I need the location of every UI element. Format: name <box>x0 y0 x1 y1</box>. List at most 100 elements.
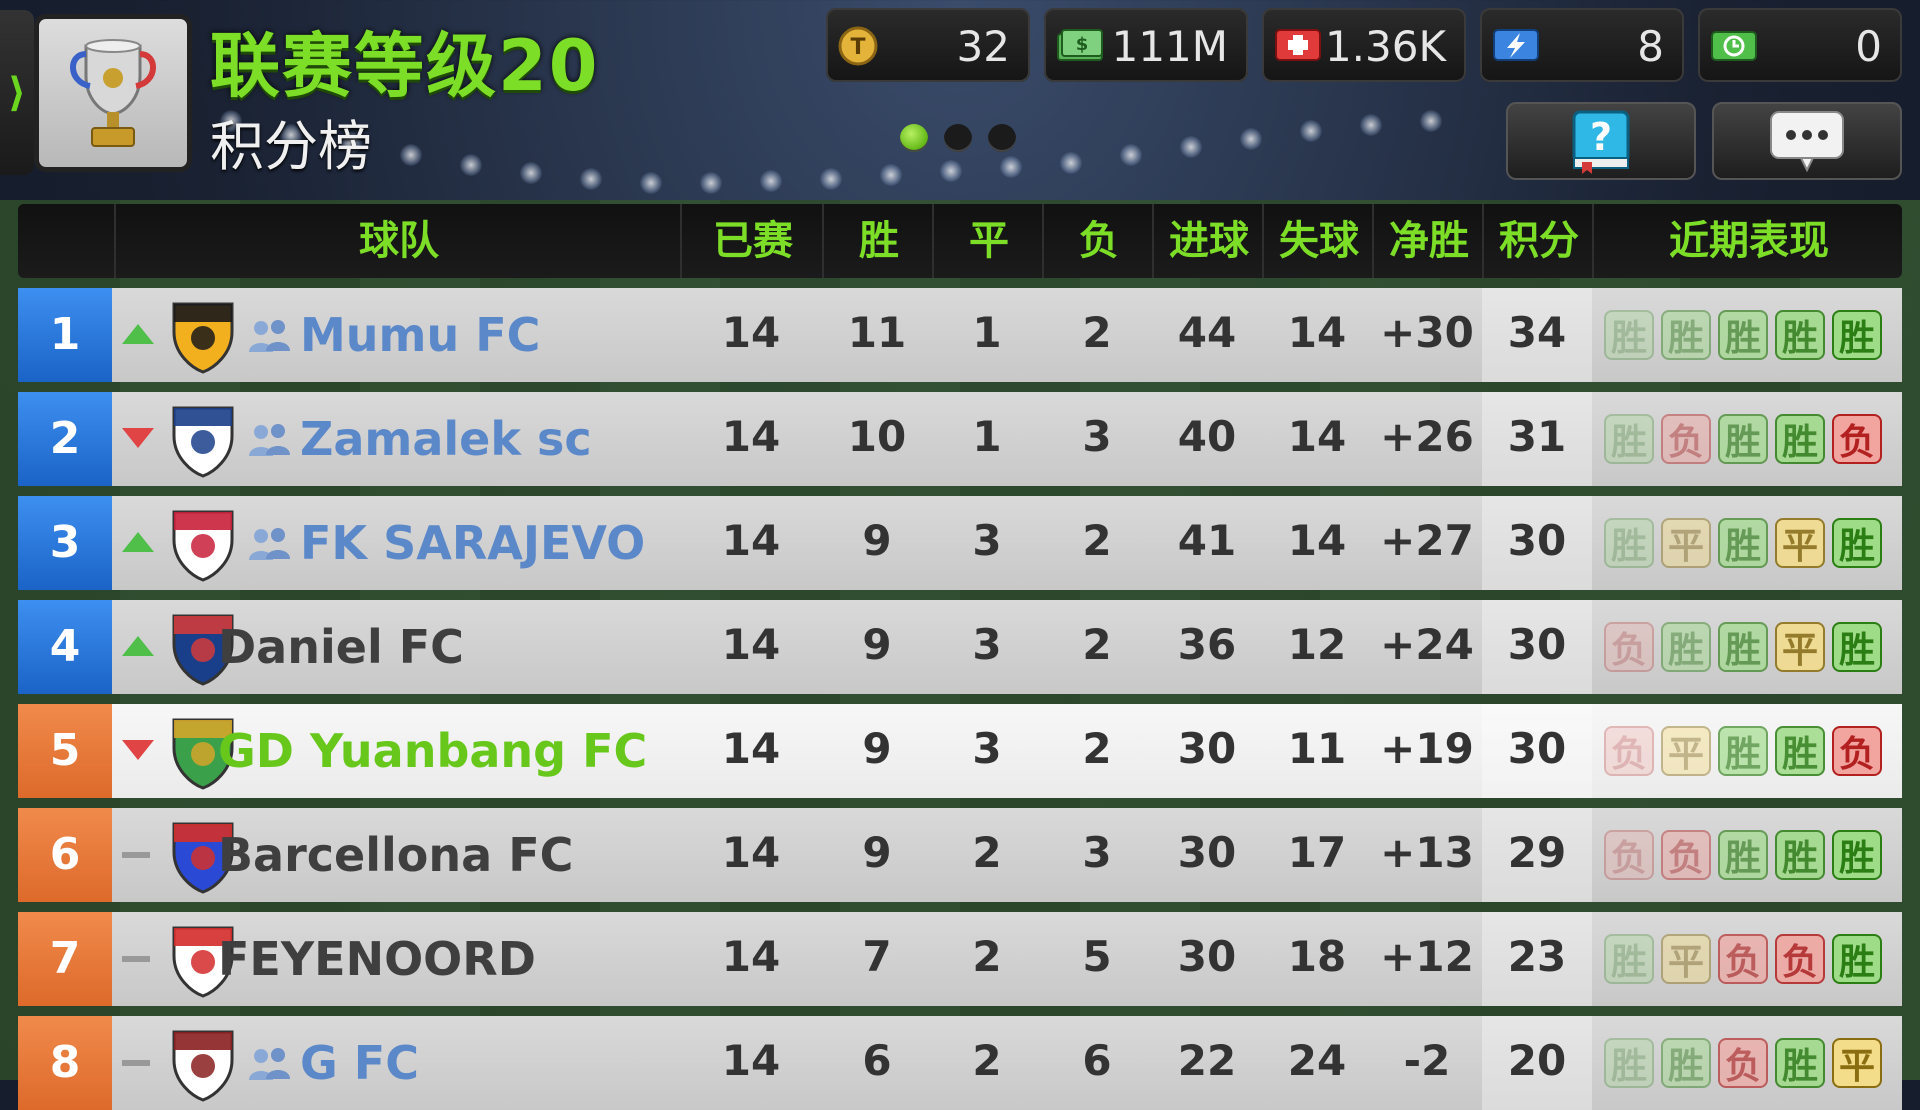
col-drawn[interactable]: 平 <box>932 204 1044 278</box>
trend-down-icon <box>122 740 154 760</box>
col-goal-diff[interactable]: 净胜 <box>1372 204 1484 278</box>
form-result-badge: 胜 <box>1604 934 1654 984</box>
stat-pts: 20 <box>1507 1036 1567 1085</box>
league-trophy[interactable] <box>34 14 192 172</box>
medical-value: 1.36K <box>1324 22 1446 71</box>
energy-counter[interactable]: 8 <box>1480 8 1684 82</box>
cash-counter[interactable]: $ 111M <box>1044 8 1248 82</box>
form-result-badge: 平 <box>1661 934 1711 984</box>
stat-won: 11 <box>847 308 907 357</box>
trend-up-icon <box>122 532 154 552</box>
table-row[interactable]: 8G FC 14 6 2 6 22 24 -2 20 胜胜负胜平 <box>18 1016 1902 1110</box>
form-result-badge: 胜 <box>1832 830 1882 880</box>
recent-form: 胜胜胜胜胜 <box>1604 310 1882 360</box>
stat-gd: +19 <box>1380 724 1474 773</box>
recent-form: 胜胜负胜平 <box>1604 1038 1882 1088</box>
timer-counter[interactable]: 0 <box>1698 8 1902 82</box>
league-level-title: 联赛等级20 <box>210 25 600 107</box>
stat-pts: 30 <box>1507 516 1567 565</box>
stat-gd: +27 <box>1380 516 1474 565</box>
col-points[interactable]: 积分 <box>1482 204 1594 278</box>
team-crest-icon <box>172 1030 234 1102</box>
stat-won: 9 <box>862 516 892 565</box>
side-menu-toggle[interactable]: ⟩ <box>0 10 34 175</box>
form-result-badge: 胜 <box>1832 934 1882 984</box>
form-result-badge: 负 <box>1718 1038 1768 1088</box>
form-result-badge: 平 <box>1832 1038 1882 1088</box>
stat-drawn: 3 <box>972 516 1002 565</box>
energy-value: 8 <box>1637 22 1664 71</box>
medical-counter[interactable]: 1.36K <box>1262 8 1466 82</box>
table-row[interactable]: 4 Daniel FC 14 9 3 2 36 12 +24 30 负胜胜平胜 <box>18 600 1902 694</box>
trend-up-icon <box>122 636 154 656</box>
form-result-badge: 平 <box>1661 518 1711 568</box>
form-result-badge: 负 <box>1661 414 1711 464</box>
stat-gd: +13 <box>1380 828 1474 877</box>
chevron-right-icon: ⟩ <box>7 69 27 116</box>
form-result-badge: 平 <box>1661 726 1711 776</box>
chat-button[interactable] <box>1712 102 1902 180</box>
stat-gf: 30 <box>1177 828 1237 877</box>
form-result-badge: 胜 <box>1832 622 1882 672</box>
col-won[interactable]: 胜 <box>822 204 934 278</box>
coins-counter[interactable]: T 32 <box>826 8 1030 82</box>
col-team[interactable]: 球队 <box>114 204 682 278</box>
team-name[interactable]: Zamalek sc <box>300 412 592 466</box>
stat-lost: 6 <box>1082 1036 1112 1085</box>
stat-gf: 30 <box>1177 724 1237 773</box>
recent-form: 负负胜胜胜 <box>1604 830 1882 880</box>
trend-down-icon <box>122 428 154 448</box>
stat-ga: 12 <box>1287 620 1347 669</box>
stat-played: 14 <box>721 1036 781 1085</box>
stat-won: 9 <box>862 620 892 669</box>
table-row[interactable]: 3 FK SARAJEVO 14 9 3 2 41 14 +27 30 胜平胜平胜 <box>18 496 1902 590</box>
help-book-icon: ? <box>1572 110 1630 174</box>
team-name[interactable]: Daniel FC <box>218 620 464 674</box>
stat-played: 14 <box>721 828 781 877</box>
team-name[interactable]: FEYENOORD <box>218 932 536 986</box>
form-result-badge: 负 <box>1604 622 1654 672</box>
team-name[interactable]: G FC <box>300 1036 419 1090</box>
stat-won: 10 <box>847 412 907 461</box>
page-dot-1[interactable] <box>900 124 928 152</box>
team-name[interactable]: Mumu FC <box>300 308 540 362</box>
stat-drawn: 3 <box>972 620 1002 669</box>
help-button[interactable]: ? <box>1506 102 1696 180</box>
team-name[interactable]: Barcellona FC <box>218 828 573 882</box>
page-dot-3[interactable] <box>988 124 1016 152</box>
trend-same-icon <box>122 956 150 962</box>
rank-badge: 4 <box>18 600 112 694</box>
col-played[interactable]: 已赛 <box>680 204 824 278</box>
chat-bubble-icon <box>1770 111 1844 173</box>
stat-ga: 14 <box>1287 412 1347 461</box>
table-row[interactable]: 7 FEYENOORD 14 7 2 5 30 18 +12 23 胜平负负胜 <box>18 912 1902 1006</box>
friend-icon <box>249 1048 290 1080</box>
stat-won: 7 <box>862 932 892 981</box>
stat-gf: 30 <box>1177 932 1237 981</box>
col-goals-for[interactable]: 进球 <box>1152 204 1264 278</box>
col-goals-against[interactable]: 失球 <box>1262 204 1374 278</box>
team-name[interactable]: FK SARAJEVO <box>300 516 645 570</box>
stat-gf: 36 <box>1177 620 1237 669</box>
stat-drawn: 2 <box>972 828 1002 877</box>
friend-icon <box>249 424 290 456</box>
rank-badge: 6 <box>18 808 112 902</box>
table-row[interactable]: 2 Zamalek sc 14 10 1 3 40 14 +26 31 胜负胜胜负 <box>18 392 1902 486</box>
stat-pts: 30 <box>1507 620 1567 669</box>
col-lost[interactable]: 负 <box>1042 204 1154 278</box>
table-row[interactable]: 1 Mumu FC 14 11 1 2 44 14 +30 34 胜胜胜胜胜 <box>18 288 1902 382</box>
stat-gd: +24 <box>1380 620 1474 669</box>
page-dot-2[interactable] <box>944 124 972 152</box>
stat-ga: 17 <box>1287 828 1347 877</box>
table-row[interactable]: 6 Barcellona FC 14 9 2 3 30 17 +13 29 负负胜胜胜 <box>18 808 1902 902</box>
table-row[interactable]: 5 GD Yuanbang FC 14 9 3 2 30 11 +19 30 负平胜胜负 <box>18 704 1902 798</box>
team-name[interactable]: GD Yuanbang FC <box>218 724 647 778</box>
coins-value: 32 <box>956 22 1010 71</box>
recent-form: 胜负胜胜负 <box>1604 414 1882 464</box>
stat-played: 14 <box>721 932 781 981</box>
col-recent-form[interactable]: 近期表现 <box>1592 204 1904 278</box>
form-result-badge: 负 <box>1604 726 1654 776</box>
form-result-badge: 胜 <box>1832 518 1882 568</box>
stat-played: 14 <box>721 308 781 357</box>
stat-lost: 3 <box>1082 828 1112 877</box>
